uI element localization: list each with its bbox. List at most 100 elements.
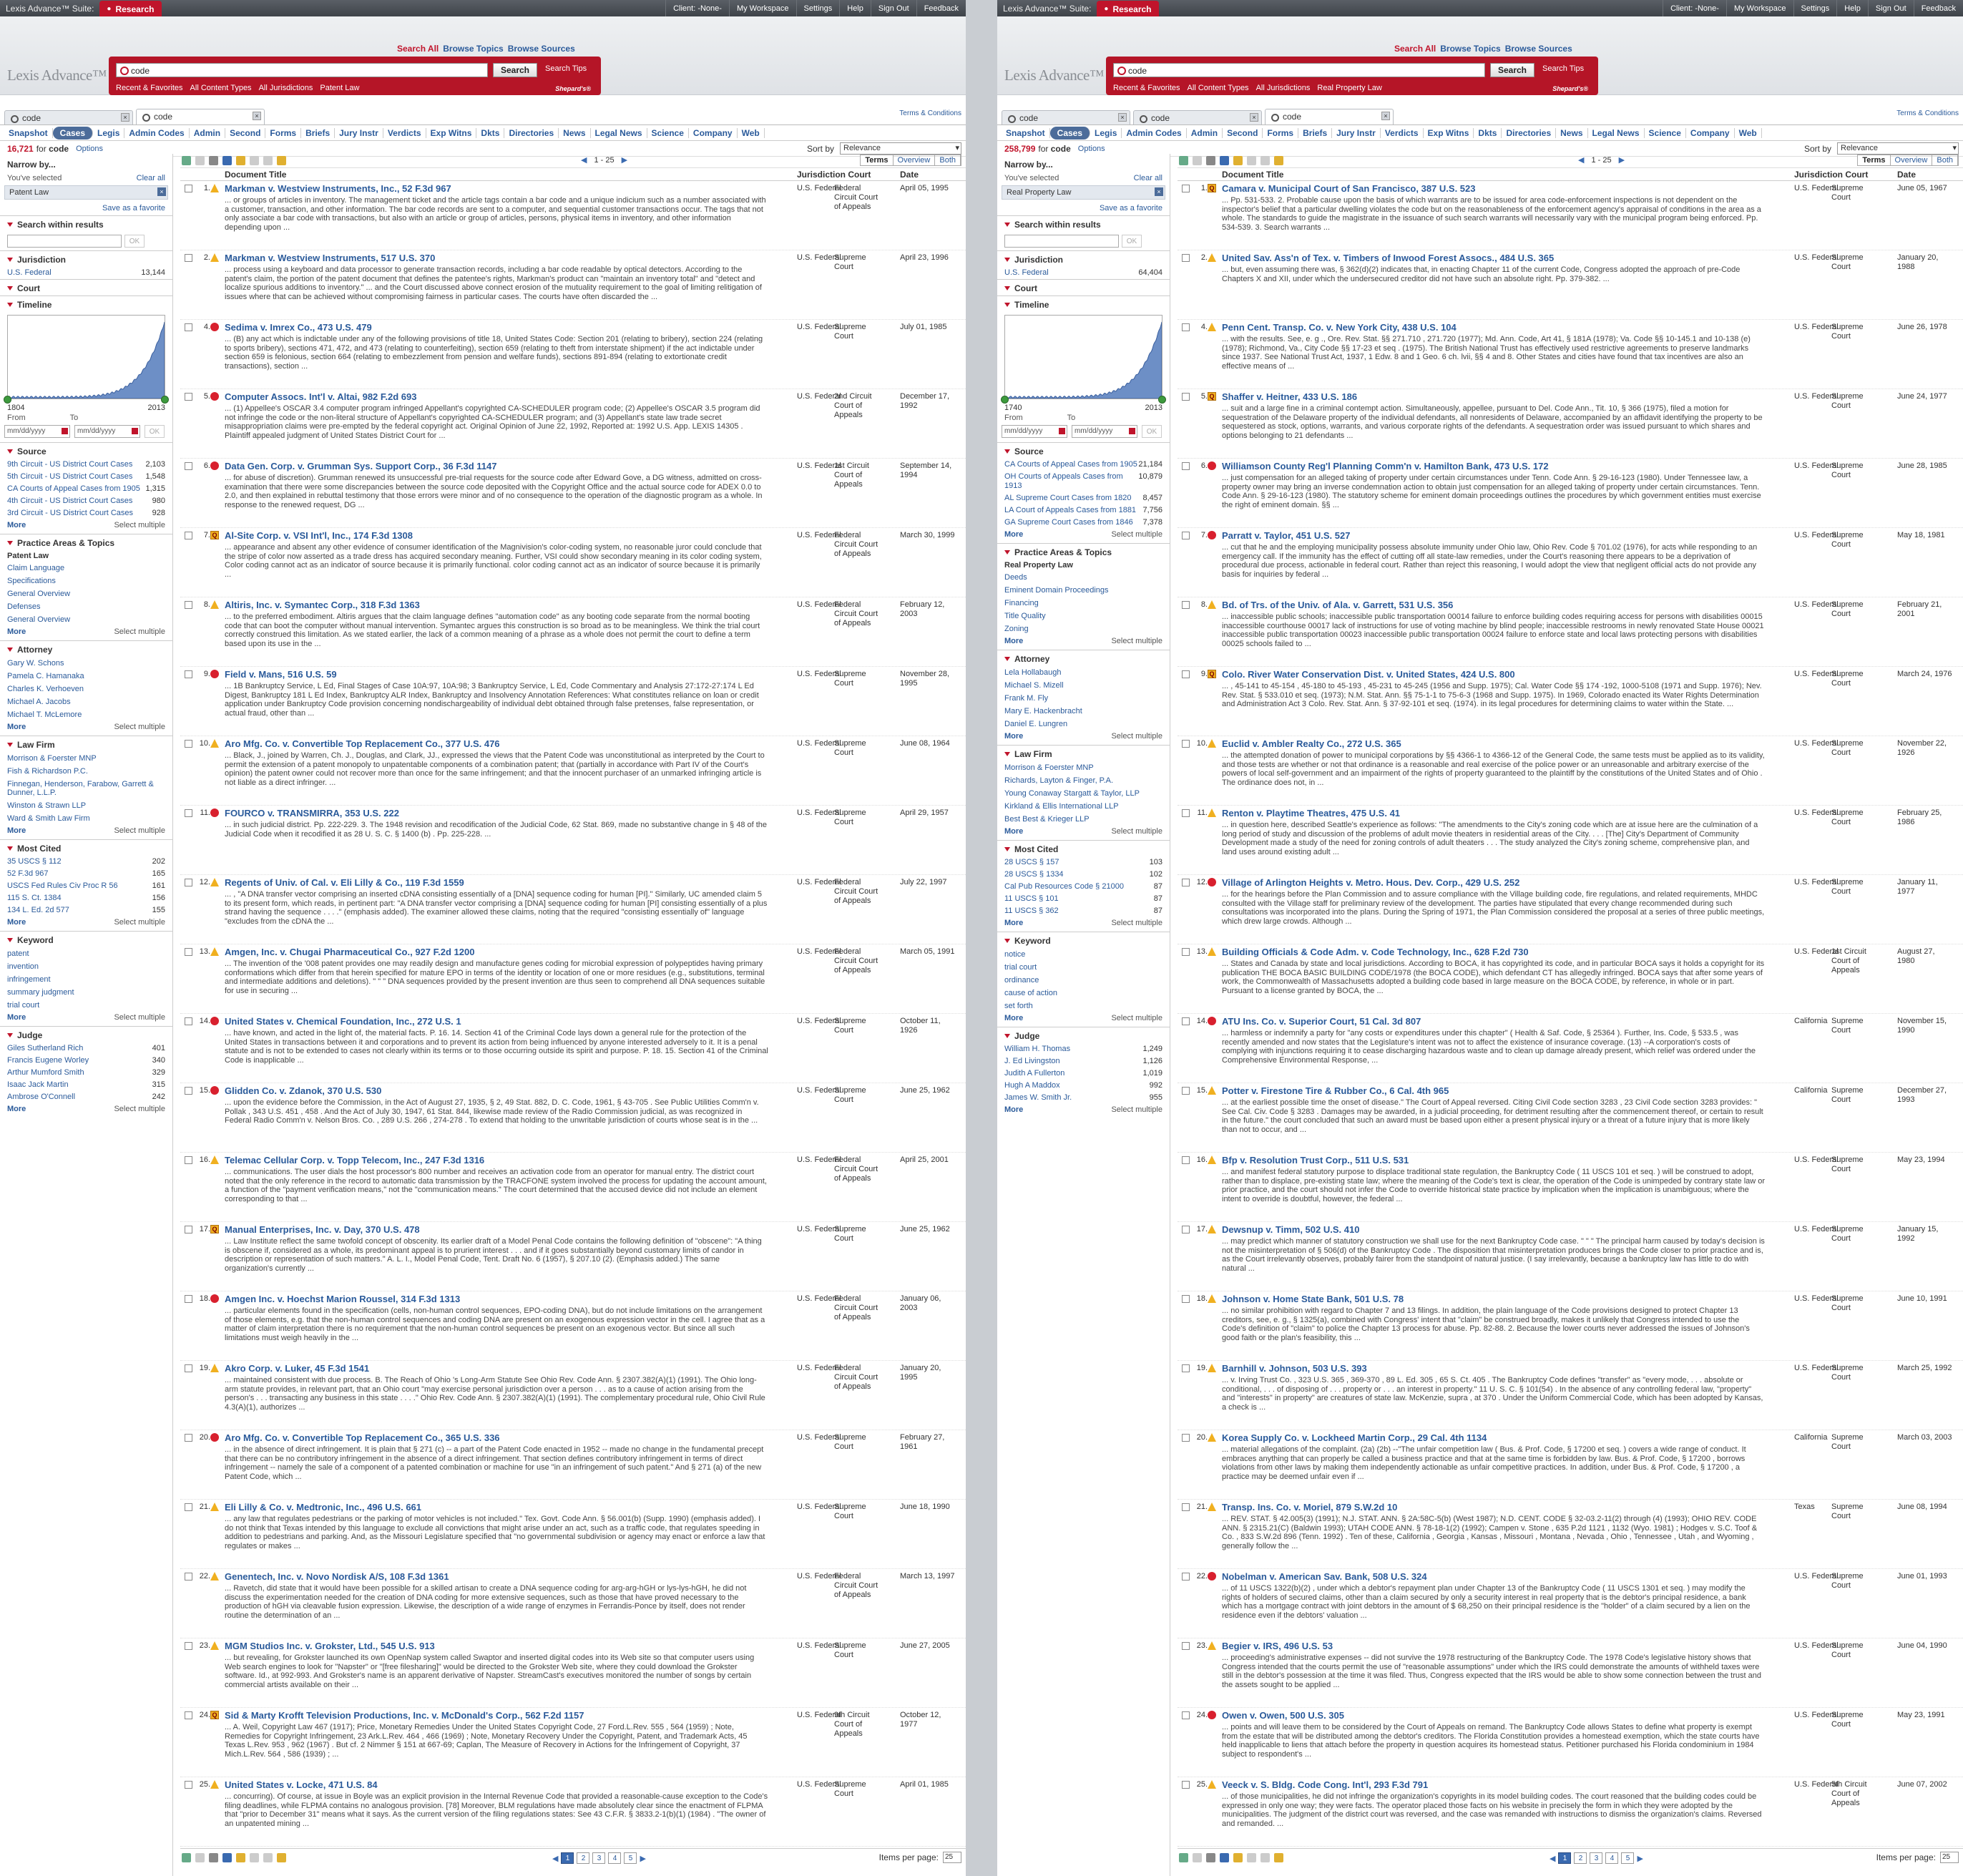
- result-title-link[interactable]: Markman v. Westview Instruments, 517 U.S…: [225, 253, 435, 263]
- section-jurisdiction[interactable]: Jurisdiction: [0, 250, 172, 267]
- tab-cases[interactable]: Cases: [1049, 126, 1091, 140]
- tab-browse-sources[interactable]: Browse Sources: [1505, 44, 1572, 54]
- section-court[interactable]: Court: [997, 279, 1170, 295]
- shepards-signal-icon[interactable]: [1208, 600, 1216, 609]
- folder-icon[interactable]: [236, 1853, 245, 1862]
- jurisdiction-item[interactable]: U.S. Federal 64,404: [997, 267, 1170, 279]
- shepards-signal-icon[interactable]: [1208, 739, 1216, 748]
- workspace-menu[interactable]: My Workspace: [728, 0, 796, 16]
- result-title-link[interactable]: Williamson County Reg'l Planning Comm'n …: [1222, 461, 1549, 472]
- result-checkbox[interactable]: [185, 879, 192, 886]
- next-page-icon[interactable]: ▶: [622, 155, 627, 165]
- share-icon[interactable]: [250, 156, 259, 165]
- tab-browse-topics[interactable]: Browse Topics: [1440, 44, 1500, 54]
- tab-admin-codes[interactable]: Admin Codes: [124, 127, 190, 138]
- result-checkbox[interactable]: [1182, 1295, 1190, 1303]
- source-item[interactable]: LA Court of Appeals Cases from 1881 7,756: [997, 504, 1170, 517]
- bell-icon[interactable]: [1274, 1853, 1283, 1862]
- clear-all-link[interactable]: Clear all: [137, 174, 165, 182]
- view-overview-button[interactable]: Overview: [1891, 155, 1933, 165]
- filter-jurisdictions[interactable]: All Jurisdictions: [259, 84, 313, 92]
- select-multiple-link[interactable]: Select multiple: [114, 521, 165, 529]
- download-icon[interactable]: [1220, 1853, 1229, 1862]
- source-item[interactable]: 3rd Circuit - US District Court Cases 928: [0, 507, 172, 519]
- alert-icon[interactable]: [1260, 1853, 1270, 1862]
- result-title-link[interactable]: Owen v. Owen, 500 U.S. 305: [1222, 1710, 1344, 1721]
- source-item[interactable]: 9th Circuit - US District Court Cases 2,1…: [0, 459, 172, 471]
- filter-recent[interactable]: Recent & Favorites: [1113, 84, 1180, 92]
- shepards-signal-icon[interactable]: [1208, 1711, 1216, 1719]
- alert-icon[interactable]: [1260, 156, 1270, 165]
- result-checkbox[interactable]: [185, 393, 192, 401]
- download-icon[interactable]: [222, 156, 232, 165]
- practice-item[interactable]: Zoning: [997, 622, 1170, 635]
- section-source[interactable]: Source: [0, 442, 172, 459]
- tab-second[interactable]: Second: [225, 127, 266, 138]
- judge-item[interactable]: William H. Thomas 1,249: [997, 1043, 1170, 1055]
- sign-out-link[interactable]: Sign Out: [1867, 0, 1914, 16]
- result-title-link[interactable]: Barnhill v. Johnson, 503 U.S. 393: [1222, 1363, 1367, 1374]
- page-button[interactable]: 1: [1558, 1852, 1572, 1864]
- result-checkbox[interactable]: [1182, 879, 1190, 886]
- close-icon[interactable]: ×: [121, 113, 129, 122]
- prev-page-icon[interactable]: ◀: [1550, 1854, 1555, 1863]
- tab-verdicts[interactable]: Verdicts: [383, 127, 426, 138]
- tab-jury-instr[interactable]: Jury Instr: [335, 127, 383, 138]
- source-item[interactable]: AL Supreme Court Cases from 1820 8,457: [997, 492, 1170, 504]
- shepards-signal-icon[interactable]: [1208, 323, 1216, 331]
- feedback-link[interactable]: Feedback: [1913, 0, 1963, 16]
- to-date-input[interactable]: mm/dd/yyyy: [74, 425, 140, 438]
- col-jurisdiction-court[interactable]: Jurisdiction Court: [797, 170, 871, 180]
- filter-content-types[interactable]: All Content Types: [190, 84, 252, 92]
- section-attorney[interactable]: Attorney: [0, 640, 172, 657]
- shepards-signal-icon[interactable]: [210, 1017, 219, 1025]
- tab-legis[interactable]: Legis: [1090, 127, 1122, 138]
- more-link[interactable]: More: [1004, 530, 1023, 539]
- view-terms-button[interactable]: Terms: [1858, 155, 1891, 165]
- section-practice[interactable]: Practice Areas & Topics: [0, 534, 172, 550]
- search-within-ok-button[interactable]: OK: [124, 235, 145, 248]
- result-checkbox[interactable]: [185, 462, 192, 470]
- research-menu[interactable]: Research: [99, 1, 162, 17]
- search-input[interactable]: code: [116, 63, 488, 77]
- law-firm-item[interactable]: Kirkland & Ellis International LLP: [997, 800, 1170, 813]
- keyword-item[interactable]: cause of action: [997, 987, 1170, 1000]
- result-checkbox[interactable]: [185, 1295, 192, 1303]
- attorney-item[interactable]: Pamela C. Hamanaka: [0, 670, 172, 683]
- tab-science[interactable]: Science: [647, 127, 689, 138]
- result-checkbox[interactable]: [1182, 1434, 1190, 1442]
- section-timeline[interactable]: Timeline: [997, 295, 1170, 312]
- shepards-signal-icon[interactable]: [210, 461, 219, 470]
- select-multiple-link[interactable]: Select multiple: [114, 723, 165, 731]
- result-title-link[interactable]: Penn Cent. Transp. Co. v. New York City,…: [1222, 322, 1457, 333]
- judge-item[interactable]: Arthur Mumford Smith 329: [0, 1067, 172, 1079]
- more-link[interactable]: More: [7, 826, 26, 835]
- result-title-link[interactable]: Computer Assocs. Int'l v. Altai, 982 F.2…: [225, 391, 416, 402]
- attorney-item[interactable]: Lela Hollabaugh: [997, 666, 1170, 679]
- section-practice[interactable]: Practice Areas & Topics: [997, 543, 1170, 560]
- result-title-link[interactable]: United States v. Chemical Foundation, In…: [225, 1016, 461, 1027]
- tab-admin-codes[interactable]: Admin Codes: [1122, 127, 1187, 138]
- result-title-link[interactable]: Building Officials & Code Adm. v. Code T…: [1222, 947, 1529, 957]
- more-link[interactable]: More: [7, 1013, 26, 1022]
- shepards-signal-icon[interactable]: [1208, 1780, 1216, 1789]
- search-within-input[interactable]: [7, 235, 122, 248]
- tab-company[interactable]: Company: [1686, 127, 1735, 138]
- most-cited-item[interactable]: 134 L. Ed. 2d 577 155: [0, 904, 172, 917]
- result-checkbox[interactable]: [1182, 1017, 1190, 1025]
- source-item[interactable]: GA Supreme Court Cases from 1846 7,378: [997, 517, 1170, 529]
- result-title-link[interactable]: Eli Lilly & Co. v. Medtronic, Inc., 496 …: [225, 1502, 421, 1513]
- shepards-signal-icon[interactable]: Q: [1208, 670, 1216, 678]
- most-cited-item[interactable]: USCS Fed Rules Civ Proc R 56 161: [0, 880, 172, 892]
- select-multiple-link[interactable]: Select multiple: [114, 826, 165, 835]
- shepards-signal-icon[interactable]: [1208, 947, 1216, 956]
- folder-icon[interactable]: [1233, 156, 1243, 165]
- practice-item[interactable]: Specifications: [0, 575, 172, 587]
- result-title-link[interactable]: Regents of Univ. of Cal. v. Eli Lilly & …: [225, 877, 464, 888]
- filter-practice[interactable]: Patent Law: [320, 84, 359, 92]
- result-title-link[interactable]: Korea Supply Co. v. Lockheed Martin Corp…: [1222, 1432, 1487, 1443]
- result-checkbox[interactable]: [1182, 601, 1190, 609]
- law-firm-item[interactable]: Winston & Strawn LLP: [0, 799, 172, 812]
- section-search-within[interactable]: Search within results: [0, 215, 172, 232]
- section-court[interactable]: Court: [0, 279, 172, 295]
